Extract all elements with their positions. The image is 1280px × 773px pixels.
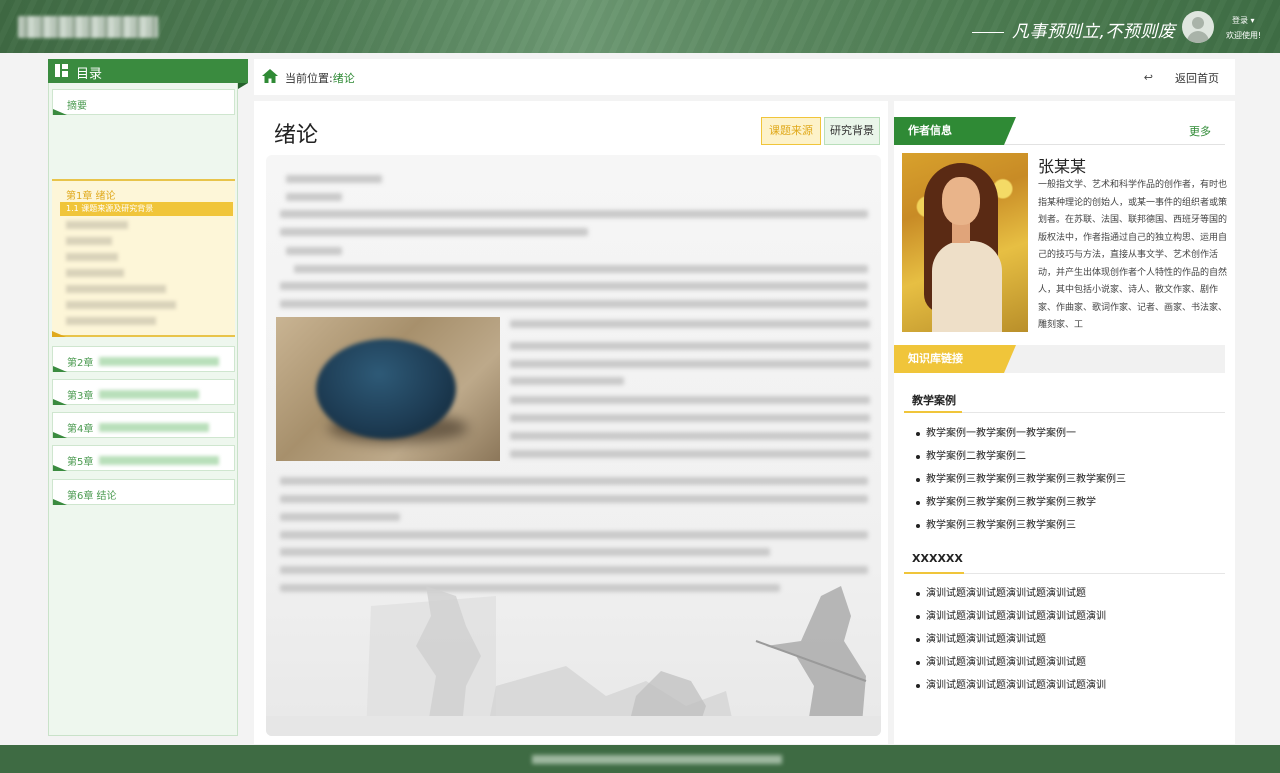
list-item[interactable]: 教学案例一教学案例一教学案例一 [916, 422, 1126, 445]
toc-title: 目录 [76, 67, 103, 82]
toc-item-label: 第4章 [67, 424, 94, 435]
list-item[interactable]: 教学案例三教学案例三教学案例三教学 [916, 491, 1126, 514]
toc-item-chapter4[interactable]: 第4章 [52, 412, 235, 438]
blurred-text-line [280, 495, 868, 503]
exercises-list: 演训试题演训试题演训试题演训试题 演训试题演训试题演训试题演训试题演训 演训试题… [916, 582, 1106, 697]
list-item[interactable]: 演训试题演训试题演训试题演训试题 [916, 582, 1106, 605]
toc-item-label: 第1章 绪论 [66, 191, 116, 202]
content-image [276, 317, 500, 461]
title-underline [904, 572, 964, 574]
blurred-text-line [280, 477, 868, 485]
blurred-text-line [286, 193, 342, 201]
knowledge-section-title: 知识库链接 [894, 345, 1004, 373]
toc-item-label: 第2章 [67, 358, 94, 369]
toc-item-label: 第3章 [67, 391, 94, 402]
toc-item-chapter2[interactable]: 第2章 [52, 346, 235, 372]
list-item[interactable]: 演训试题演训试题演训试题演训试题 [916, 651, 1106, 674]
toc-subitem-active[interactable]: 1.1 课题来源及研究背景 [60, 202, 233, 216]
author-section-header: 作者信息 更多 [894, 117, 1225, 145]
right-panel: 作者信息 更多 张某某 一般指文学、艺术和科学作品的创作者，有时也指某种理论的创… [894, 101, 1235, 744]
toc-subitem[interactable] [66, 317, 156, 325]
login-link[interactable]: 登录 ▾ [1232, 15, 1255, 26]
motto-label: 凡事预则立,不预则废 [1012, 22, 1176, 42]
toc-item-label: 摘要 [67, 101, 87, 112]
user-avatar-icon[interactable] [1182, 11, 1214, 43]
blurred-text-line [510, 360, 870, 368]
home-icon[interactable] [261, 68, 279, 84]
toc-subitem[interactable] [66, 269, 124, 277]
toc-item-label: 第5章 [67, 457, 94, 468]
toc-item-abstract[interactable]: 摘要 [52, 89, 235, 115]
top-banner: 凡事预则立,不预则废 登录 ▾ 欢迎使用! [0, 0, 1280, 53]
toc-item-chapter6[interactable]: 第6章 结论 [52, 479, 235, 505]
toc-item-label: 第6章 结论 [67, 491, 117, 502]
toc-sidebar: 目录 摘要 第1章 绪论 1.1 课题来源及研究背景 第2章 第3章 第4章 第… [48, 59, 248, 736]
return-arrow-icon: ↩ [1143, 71, 1153, 84]
breadcrumb-prefix: 当前位置: [285, 72, 333, 85]
exercises-title: XXXXXX [912, 552, 963, 565]
knowledge-section-header: 知识库链接 [894, 345, 1225, 373]
author-photo [902, 153, 1028, 332]
blurred-text-line [510, 450, 870, 458]
list-item[interactable]: 教学案例三教学案例三教学案例三 [916, 514, 1126, 537]
page-title: 绪论 [274, 123, 319, 148]
list-item[interactable]: 演训试题演训试题演训试题演训试题演训 [916, 674, 1106, 697]
toc-subitem[interactable] [66, 253, 118, 261]
teaching-cases-list: 教学案例一教学案例一教学案例一 教学案例二教学案例二 教学案例三教学案例三教学案… [916, 422, 1126, 537]
more-link[interactable]: 更多 [1189, 123, 1211, 139]
document-body [266, 155, 881, 736]
author-bio: 一般指文学、艺术和科学作品的创作者，有时也指某种理论的创始人，或某一事件的组织者… [1038, 180, 1228, 330]
list-item[interactable]: 教学案例三教学案例三教学案例三教学案例三 [916, 468, 1126, 491]
toc-subitem[interactable] [66, 237, 112, 245]
blurred-text-line [510, 396, 870, 404]
motto-text: 凡事预则立,不预则废 [972, 17, 1175, 42]
toc-item-chapter1[interactable]: 第1章 绪论 1.1 课题来源及研究背景 [52, 179, 235, 337]
tab-research-background[interactable]: 研究背景 [824, 117, 880, 145]
toc-header: 目录 [48, 59, 248, 89]
toc-item-chapter3[interactable]: 第3章 [52, 379, 235, 405]
welcome-text: 欢迎使用! [1226, 31, 1262, 40]
blurred-text-line [280, 566, 868, 574]
blurred-text-line [280, 548, 770, 556]
toc-grid-icon [55, 64, 68, 77]
list-item[interactable]: 演训试题演训试题演训试题演训试题演训 [916, 605, 1106, 628]
blurred-text-line [510, 377, 624, 385]
content-panel: 绪论 课题来源 研究背景 [254, 101, 888, 744]
back-home-link[interactable]: 返回首页 [1175, 70, 1219, 86]
toc-subitem[interactable] [66, 301, 176, 309]
breadcrumb: 当前位置:绪论 ↩ 返回首页 [254, 59, 1235, 95]
blurred-text-line [510, 320, 870, 328]
blurred-text-line [294, 265, 868, 273]
author-section-title: 作者信息 [894, 117, 1004, 145]
blurred-text-line [510, 432, 870, 440]
footer [0, 745, 1280, 773]
blurred-text-line [280, 513, 400, 521]
toc-subitem[interactable] [66, 221, 128, 229]
blurred-text-line [280, 228, 588, 236]
blurred-text-line [510, 342, 870, 350]
toc-subitem[interactable] [66, 285, 166, 293]
list-item[interactable]: 教学案例二教学案例二 [916, 445, 1126, 468]
blurred-text-line [286, 247, 342, 255]
breadcrumb-current[interactable]: 绪论 [333, 72, 355, 85]
blurred-text-line [280, 282, 868, 290]
site-logo[interactable] [18, 16, 158, 38]
blurred-text-line [280, 300, 868, 308]
toc-item-chapter5[interactable]: 第5章 [52, 445, 235, 471]
decorative-soldiers-illustration [266, 586, 881, 736]
blurred-text-line [280, 531, 868, 539]
breadcrumb-path: 当前位置:绪论 [285, 70, 355, 86]
blurred-text-line [510, 414, 870, 422]
tab-topic-source[interactable]: 课题来源 [761, 117, 821, 145]
list-item[interactable]: 演训试题演训试题演训试题 [916, 628, 1106, 651]
footer-copyright [532, 755, 782, 764]
author-name: 张某某 [1038, 157, 1087, 176]
title-underline [904, 411, 962, 413]
teaching-cases-title: 教学案例 [912, 394, 956, 407]
blurred-text-line [286, 175, 382, 183]
blurred-text-line [280, 210, 868, 218]
